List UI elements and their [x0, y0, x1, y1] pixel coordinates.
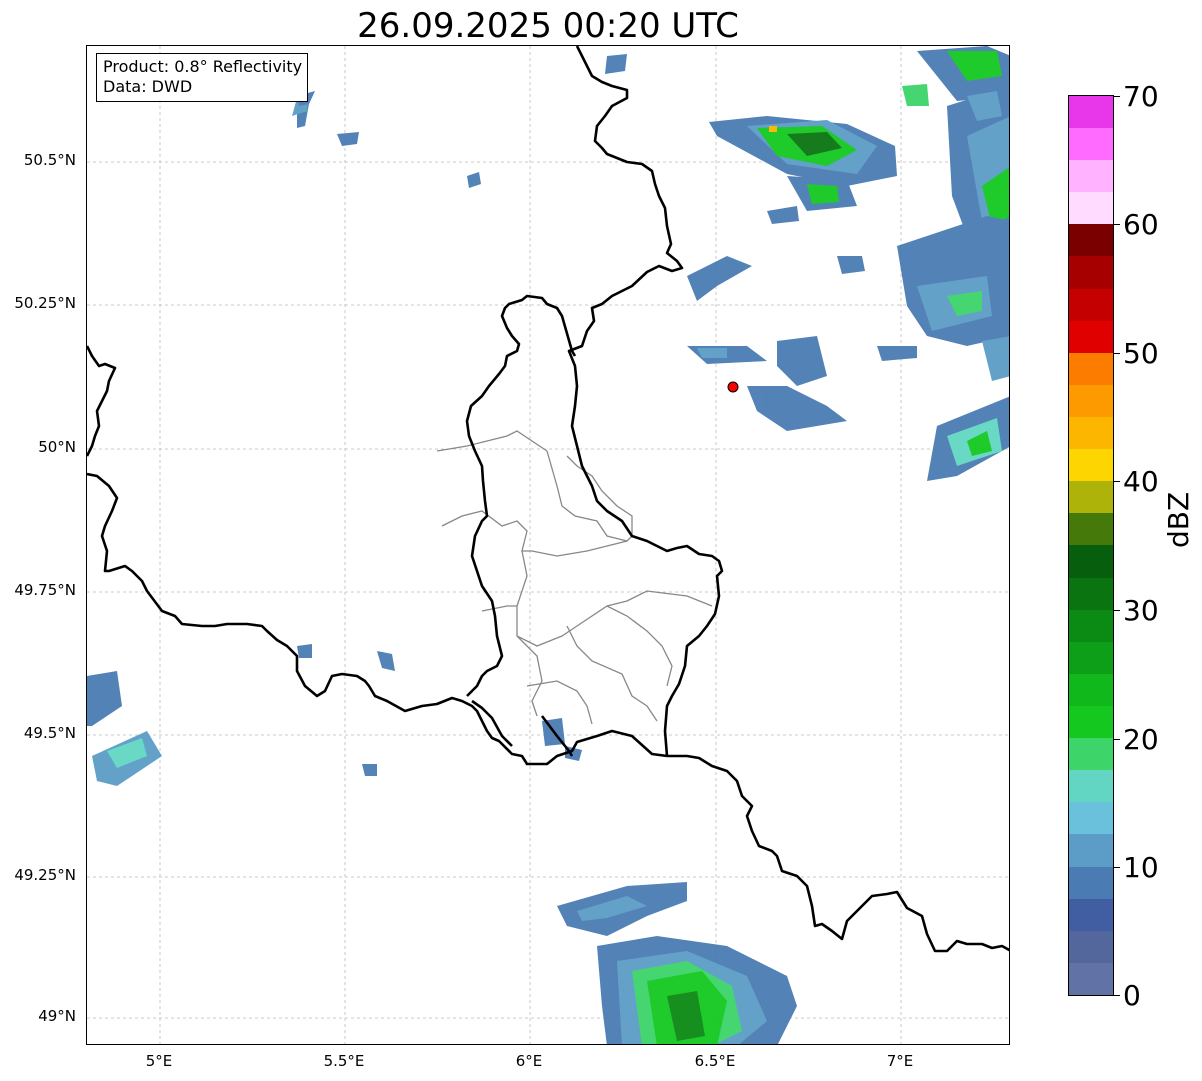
- colorbar-tick: [1114, 995, 1120, 996]
- lon-label: 5°E: [145, 1052, 173, 1070]
- colorbar-segment: [1069, 673, 1113, 707]
- colorbar-segment: [1069, 192, 1113, 225]
- colorbar-segment: [1069, 256, 1113, 289]
- colorbar-segment: [1069, 481, 1113, 514]
- colorbar-label: 0: [1123, 979, 1141, 1012]
- colorbar-segment: [1069, 128, 1113, 161]
- echo-central-north: [292, 54, 865, 431]
- colorbar-segment: [1069, 320, 1113, 353]
- colorbar-tick: [1114, 353, 1120, 354]
- colorbar-segment: [1069, 95, 1113, 129]
- colorbar-segment: [1069, 706, 1113, 739]
- colorbar-unit-label: dBZ: [1162, 491, 1195, 548]
- colorbar-segment: [1069, 513, 1113, 546]
- lat-label: 50°N: [38, 438, 76, 456]
- colorbar: [1068, 95, 1114, 996]
- national-borders: [87, 46, 1009, 953]
- lat-label: 49°N: [38, 1007, 76, 1025]
- lat-label: 49.5°N: [23, 724, 76, 742]
- colorbar-segment: [1069, 449, 1113, 482]
- colorbar-segment: [1069, 160, 1113, 193]
- colorbar-segment: [1069, 802, 1113, 835]
- echo-west-small: [87, 644, 582, 786]
- data-source-label: Data: DWD: [103, 77, 193, 96]
- colorbar-label: 20: [1123, 723, 1159, 756]
- colorbar-tick: [1114, 96, 1120, 97]
- product-label: Product: 0.8° Reflectivity: [103, 57, 303, 76]
- colorbar-segment: [1069, 545, 1113, 578]
- colorbar-segment: [1069, 577, 1113, 610]
- colorbar-label: 60: [1123, 208, 1159, 241]
- colorbar-tick: [1114, 867, 1120, 868]
- colorbar-tick: [1114, 739, 1120, 740]
- colorbar-segment: [1069, 352, 1113, 385]
- info-legend-box: Product: 0.8° Reflectivity Data: DWD: [96, 53, 309, 102]
- lat-label: 50.25°N: [14, 294, 76, 312]
- colorbar-segment: [1069, 962, 1113, 995]
- colorbar-label: 10: [1123, 851, 1159, 884]
- colorbar-segment: [1069, 417, 1113, 450]
- colorbar-segment: [1069, 288, 1113, 321]
- lat-label: 50.5°N: [23, 151, 76, 169]
- colorbar-tick: [1114, 610, 1120, 611]
- colorbar-tick: [1114, 481, 1120, 482]
- colorbar-label: 50: [1123, 337, 1159, 370]
- colorbar-segment: [1069, 930, 1113, 963]
- radar-site-marker: [727, 381, 739, 393]
- colorbar-segment: [1069, 738, 1113, 771]
- map-panel[interactable]: [86, 45, 1010, 1045]
- echo-northeast-cluster: [709, 116, 897, 211]
- echo-east-middle: [877, 216, 1009, 481]
- echo-east-edge: [902, 46, 1009, 236]
- colorbar-segment: [1069, 834, 1113, 867]
- colorbar-segment: [1069, 609, 1113, 642]
- lon-label: 6°E: [515, 1052, 543, 1070]
- lon-label: 6.5°E: [694, 1052, 736, 1070]
- map-title: 26.09.2025 00:20 UTC: [357, 6, 739, 46]
- lon-label: 5.5°E: [323, 1052, 365, 1070]
- colorbar-segment: [1069, 770, 1113, 803]
- radar-map: [87, 46, 1009, 1044]
- lon-label: 7°E: [886, 1052, 914, 1070]
- lat-label: 49.75°N: [14, 581, 76, 599]
- colorbar-segment: [1069, 866, 1113, 899]
- colorbar-segment: [1069, 384, 1113, 418]
- echo-south-cluster: [557, 882, 797, 1044]
- colorbar-segment: [1069, 898, 1113, 931]
- colorbar-segment: [1069, 224, 1113, 257]
- lat-label: 49.25°N: [14, 866, 76, 884]
- colorbar-label: 70: [1123, 80, 1159, 113]
- colorbar-tick: [1114, 224, 1120, 225]
- colorbar-segment: [1069, 641, 1113, 674]
- colorbar-label: 40: [1123, 465, 1159, 498]
- colorbar-label: 30: [1123, 594, 1159, 627]
